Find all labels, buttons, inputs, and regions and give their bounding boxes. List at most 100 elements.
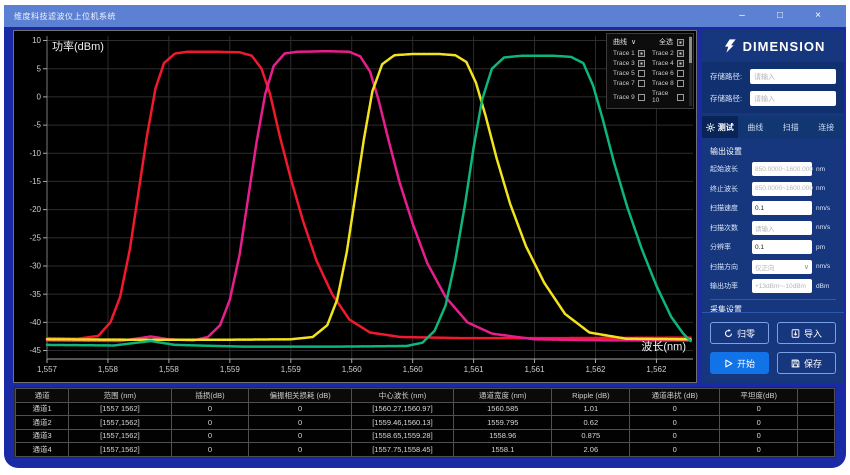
trace-checkbox[interactable]: [638, 70, 645, 77]
field-input[interactable]: 0.1: [752, 240, 812, 254]
legend-trace-item[interactable]: Trace 10: [652, 90, 684, 104]
trace-checkbox[interactable]: [677, 80, 684, 87]
trace-label: Trace 8: [652, 80, 674, 87]
form-row: 分辨率0.1pm: [710, 240, 836, 254]
legend-trace-item[interactable]: Trace 2: [652, 50, 684, 57]
legend-trace-item[interactable]: Trace 5: [613, 70, 645, 77]
legend-scrollbar[interactable]: [689, 36, 692, 106]
reset-button[interactable]: 归零: [710, 322, 769, 344]
select-all-label: 全选: [659, 37, 673, 47]
field-input[interactable]: 请输入: [752, 221, 812, 235]
legend-trace-item[interactable]: Trace 9: [613, 90, 645, 104]
table-cell: 0.62: [552, 416, 630, 430]
table-cell: 1559.795: [454, 416, 552, 430]
trace-checkbox[interactable]: [638, 80, 645, 87]
trace-label: Trace 2: [652, 50, 674, 57]
form-row: 扫描速度0.1nm/s: [710, 201, 836, 215]
table-row[interactable]: 通道4[1557,1562]00[1557.75,1558.45]1558.12…: [16, 443, 835, 457]
table-cell: [1559.46,1560.13]: [351, 416, 453, 430]
svg-text:1,562: 1,562: [646, 365, 667, 374]
table-cell: 0: [249, 429, 351, 443]
trace-label: Trace 1: [613, 50, 635, 57]
table-cell: 0: [249, 402, 351, 416]
svg-text:-40: -40: [29, 318, 41, 327]
field-label: 扫描速度: [710, 203, 748, 213]
legend-trace-item[interactable]: Trace 4: [652, 60, 684, 67]
field-input[interactable]: 850.0000~1600.000: [752, 162, 812, 176]
storage-path-label: 存储路径:: [710, 71, 746, 82]
svg-text:1,559: 1,559: [281, 365, 302, 374]
chevron-down-icon[interactable]: ∨: [804, 263, 809, 271]
trace-checkbox[interactable]: [677, 94, 684, 101]
save-icon: [791, 359, 800, 368]
table-cell: 2.06: [552, 443, 630, 457]
maximize-icon[interactable]: □: [774, 11, 786, 21]
trace-label: Trace 10: [652, 90, 677, 104]
tab-connect-label: 连接: [818, 122, 834, 133]
reset-button-label: 归零: [737, 327, 755, 340]
form-sections: 输出设置起始波长850.0000~1600.000nm终止波长850.0000~…: [702, 138, 844, 312]
tab-connect[interactable]: 连接: [809, 116, 845, 138]
field-input[interactable]: 0.1: [752, 201, 812, 215]
trace-checkbox[interactable]: [677, 50, 684, 57]
title-bar: 维度科技滤波仪上位机系统 – □ ×: [4, 5, 846, 27]
storage-path-input[interactable]: 请输入: [750, 69, 836, 84]
trace-checkbox[interactable]: [638, 94, 645, 101]
tab-test[interactable]: 测试: [702, 116, 738, 138]
svg-text:0: 0: [37, 92, 42, 101]
import-button[interactable]: 导入: [777, 322, 836, 344]
close-icon[interactable]: ×: [812, 11, 824, 21]
legend-trace-item[interactable]: Trace 7: [613, 80, 645, 87]
field-label: 终止波长: [710, 184, 748, 194]
svg-text:1,560: 1,560: [403, 365, 424, 374]
legend-trace-item[interactable]: Trace 3: [613, 60, 645, 67]
legend-trace-item[interactable]: Trace 1: [613, 50, 645, 57]
table-header: 通道宽度 (nm): [454, 389, 552, 403]
field-input[interactable]: 850.0000~1600.000: [752, 182, 812, 196]
field-select[interactable]: 仅正向∨: [752, 260, 812, 274]
select-all-checkbox[interactable]: [677, 39, 684, 46]
table-cell: 通道2: [16, 416, 69, 430]
trace-checkbox[interactable]: [638, 50, 645, 57]
legend-scrollbar-thumb[interactable]: [689, 37, 692, 63]
trace-checkbox[interactable]: [677, 70, 684, 77]
table-cell: [1557,1562]: [69, 429, 171, 443]
table-cell: 0: [171, 402, 249, 416]
action-buttons: 归零 导入 开始: [702, 312, 844, 383]
trace-label: Trace 7: [613, 80, 635, 87]
legend-trace-item[interactable]: Trace 8: [652, 80, 684, 87]
chevron-down-icon[interactable]: ∨: [631, 38, 636, 46]
svg-text:1,559: 1,559: [220, 365, 241, 374]
table-row[interactable]: 通道3[1557,1562]00[1558.65,1559.28]1558.96…: [16, 429, 835, 443]
gear-icon: [706, 123, 715, 132]
trace-checkbox[interactable]: [677, 60, 684, 67]
table-cell: 0: [249, 443, 351, 457]
field-unit: pm: [816, 244, 836, 251]
svg-text:1,558: 1,558: [98, 365, 119, 374]
start-button[interactable]: 开始: [710, 352, 769, 374]
section-title: 采集设置: [710, 304, 836, 313]
table-row[interactable]: 通道2[1557,1562]00[1559.46,1560.13]1559.79…: [16, 416, 835, 430]
form-row: 输出功率+13dBm~-10dBmdBm: [710, 279, 836, 293]
field-input[interactable]: +13dBm~-10dBm: [752, 279, 812, 293]
table-row[interactable]: 通道1[1557 1562]00[1560.27,1560.97]1560.58…: [16, 402, 835, 416]
form-row: 扫描方向仅正向∨nm/s: [710, 260, 836, 274]
trace-checkbox[interactable]: [638, 60, 645, 67]
tab-scan[interactable]: 扫描: [773, 116, 809, 138]
storage-path-input[interactable]: 请输入: [750, 91, 836, 106]
svg-text:-10: -10: [29, 149, 41, 158]
table-cell: 0: [720, 416, 798, 430]
field-value: 0.1: [755, 205, 764, 212]
minimize-icon[interactable]: –: [736, 11, 748, 21]
save-button[interactable]: 保存: [777, 352, 836, 374]
import-button-label: 导入: [804, 327, 822, 340]
storage-path-row: 存储路径: 请输入: [710, 91, 836, 106]
legend-trace-item[interactable]: Trace 6: [652, 70, 684, 77]
app-window: 维度科技滤波仪上位机系统 – □ × 1050-5-10-15-20-25-30…: [4, 5, 846, 468]
field-value: 850.0000~1600.000: [755, 185, 813, 192]
field-label: 扫描次数: [710, 223, 748, 233]
storage-path-label: 存储路径:: [710, 93, 746, 104]
start-icon: [724, 359, 733, 368]
settings-sidebar: DIMENSION 存储路径: 请输入 存储路径: 请输入: [702, 30, 844, 383]
tab-curve[interactable]: 曲线: [738, 116, 774, 138]
